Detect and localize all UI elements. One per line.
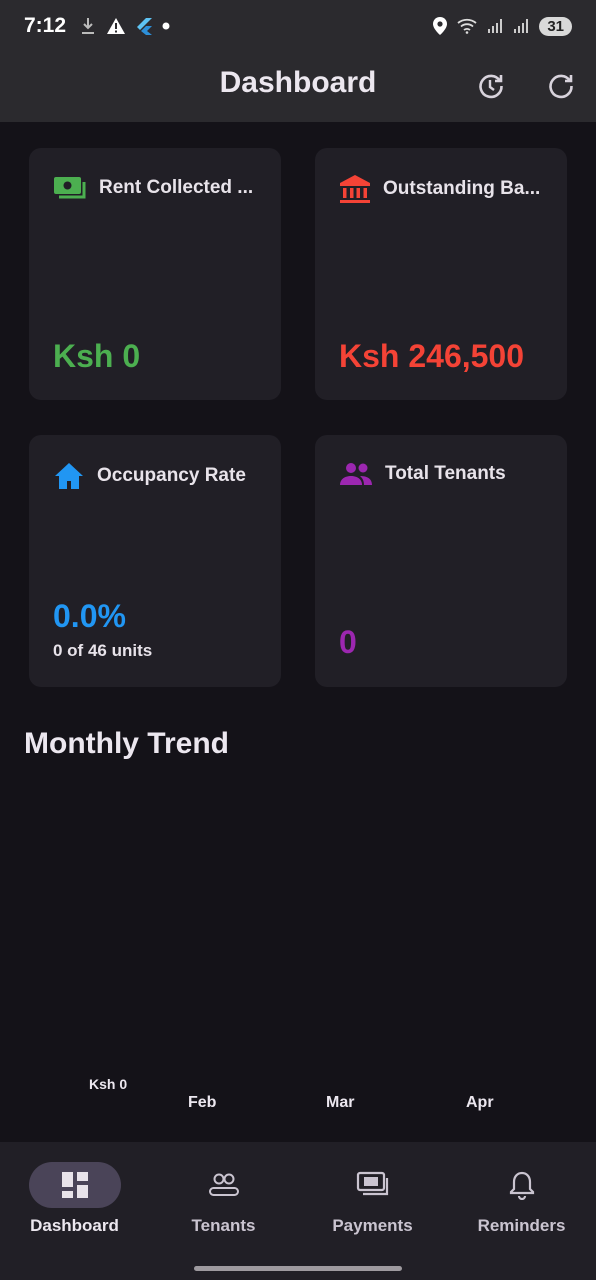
nav-item-dashboard[interactable]: Dashboard: [0, 1162, 149, 1236]
section-title: Monthly Trend: [24, 727, 229, 760]
refresh-icon: [549, 74, 573, 99]
signal-icon-2: [514, 19, 529, 33]
status-time: 7:12: [24, 14, 67, 37]
bottom-navigation: Dashboard Tenants Payments Reminders: [0, 1142, 596, 1280]
x-tick-label-apr: Apr: [466, 1094, 494, 1111]
money-icon: [54, 177, 86, 199]
nav-item-tenants[interactable]: Tenants: [149, 1162, 298, 1236]
bank-icon: [340, 175, 370, 203]
x-tick-label-mar: Mar: [326, 1094, 355, 1111]
card-value: Ksh 246,500: [339, 338, 525, 374]
total-tenants-card[interactable]: Total Tenants 0: [315, 435, 567, 687]
warning-icon: [107, 18, 126, 34]
card-title: Outstanding Ba...: [383, 178, 541, 199]
signal-icon: [488, 19, 503, 33]
nav-item-payments[interactable]: Payments: [298, 1162, 447, 1236]
monthly-trend-chart: Ksh 0 Feb Mar Apr: [0, 780, 596, 1130]
refresh-button[interactable]: [543, 68, 579, 104]
card-title: Total Tenants: [385, 463, 506, 484]
nav-label: Tenants: [191, 1216, 256, 1235]
payments-icon: [356, 1171, 388, 1196]
occupancy-rate-card[interactable]: Occupancy Rate 0.0% 0 of 46 units: [29, 435, 281, 687]
history-icon: [479, 74, 503, 99]
flutter-icon: [137, 18, 153, 35]
nav-label: Dashboard: [30, 1216, 119, 1235]
outstanding-balance-card[interactable]: Outstanding Ba... Ksh 246,500: [315, 148, 567, 400]
tenants-icon: [208, 1173, 239, 1196]
wifi-icon: [457, 18, 477, 34]
notification-dot-icon: [162, 22, 170, 30]
dashboard-icon: [61, 1172, 88, 1198]
bell-icon: [509, 1171, 534, 1200]
y-tick-label: Ksh 0: [89, 1076, 128, 1092]
location-icon: [433, 17, 448, 35]
download-icon: [82, 18, 95, 34]
nav-label: Reminders: [477, 1216, 566, 1235]
app-bar: Dashboard: [0, 52, 596, 122]
home-icon: [55, 463, 83, 489]
card-value: 0: [339, 624, 357, 660]
nav-label: Payments: [332, 1216, 413, 1235]
card-value: Ksh 0: [53, 338, 141, 374]
history-button[interactable]: [473, 68, 509, 104]
card-title: Occupancy Rate: [97, 465, 246, 486]
people-icon: [340, 463, 372, 485]
home-indicator[interactable]: [194, 1266, 402, 1271]
card-value: 0.0%: [53, 598, 126, 634]
rent-collected-card[interactable]: Rent Collected ... Ksh 0: [29, 148, 281, 400]
card-subtitle: 0 of 46 units: [53, 641, 153, 660]
battery-indicator: 31: [539, 16, 572, 36]
card-title: Rent Collected ...: [99, 177, 254, 198]
nav-item-reminders[interactable]: Reminders: [447, 1162, 596, 1236]
x-tick-label-feb: Feb: [188, 1094, 217, 1111]
status-bar: 7:12 31: [0, 0, 596, 52]
